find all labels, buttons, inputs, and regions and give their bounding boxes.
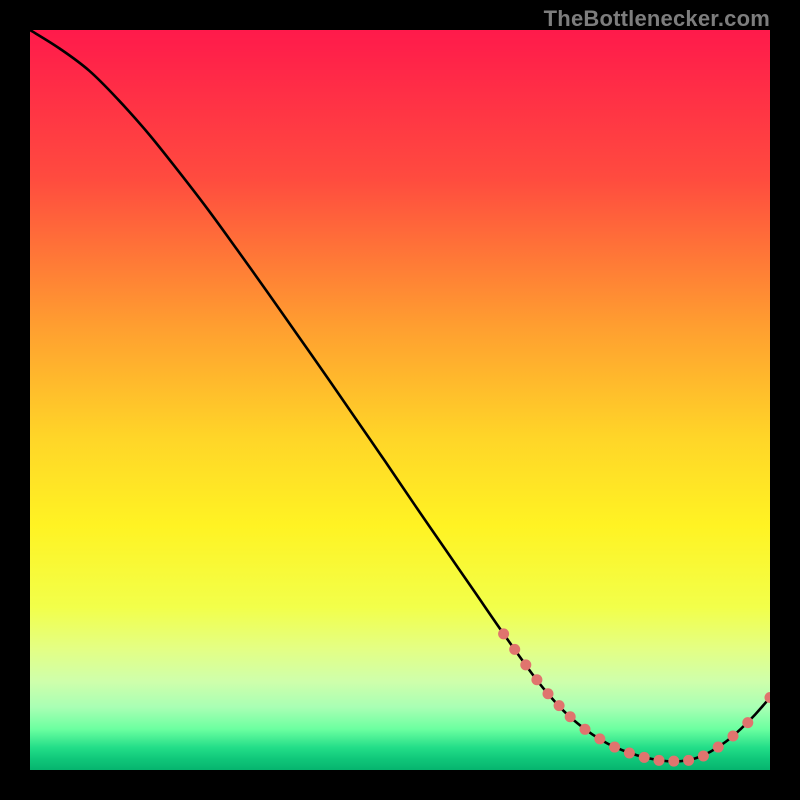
chart-stage: TheBottlenecker.com [0, 0, 800, 800]
plot-area [30, 30, 770, 770]
highlight-points [30, 30, 770, 770]
watermark-text: TheBottlenecker.com [544, 6, 770, 32]
